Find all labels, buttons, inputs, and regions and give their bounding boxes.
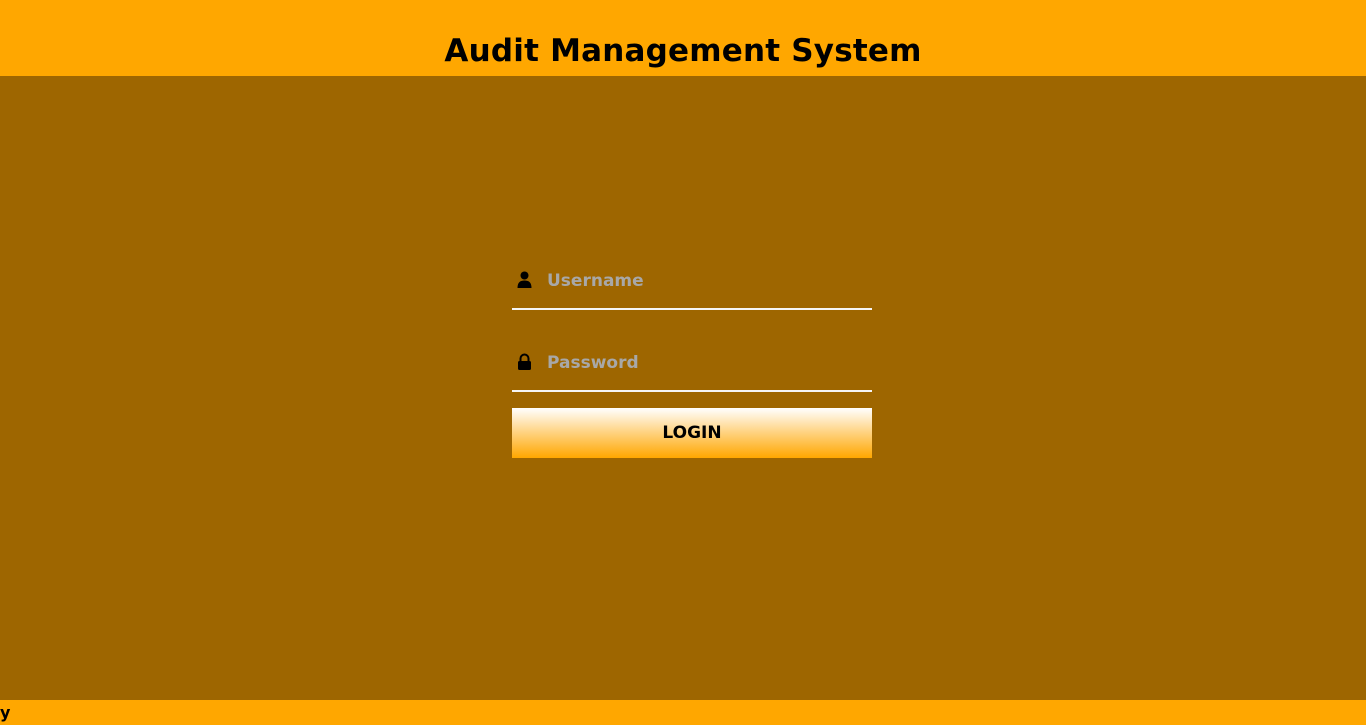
login-form: LOGIN [512, 258, 872, 458]
password-input[interactable] [547, 348, 867, 378]
login-button[interactable]: LOGIN [512, 408, 872, 458]
user-icon [517, 271, 532, 289]
footer-bar: y [0, 700, 1366, 725]
header-bar: Audit Management System [0, 0, 1366, 76]
footer-text: y [0, 703, 11, 722]
app-title: Audit Management System [444, 33, 922, 69]
password-field [512, 340, 872, 392]
username-input[interactable] [547, 266, 867, 296]
lock-icon [517, 353, 532, 371]
username-field [512, 258, 872, 310]
